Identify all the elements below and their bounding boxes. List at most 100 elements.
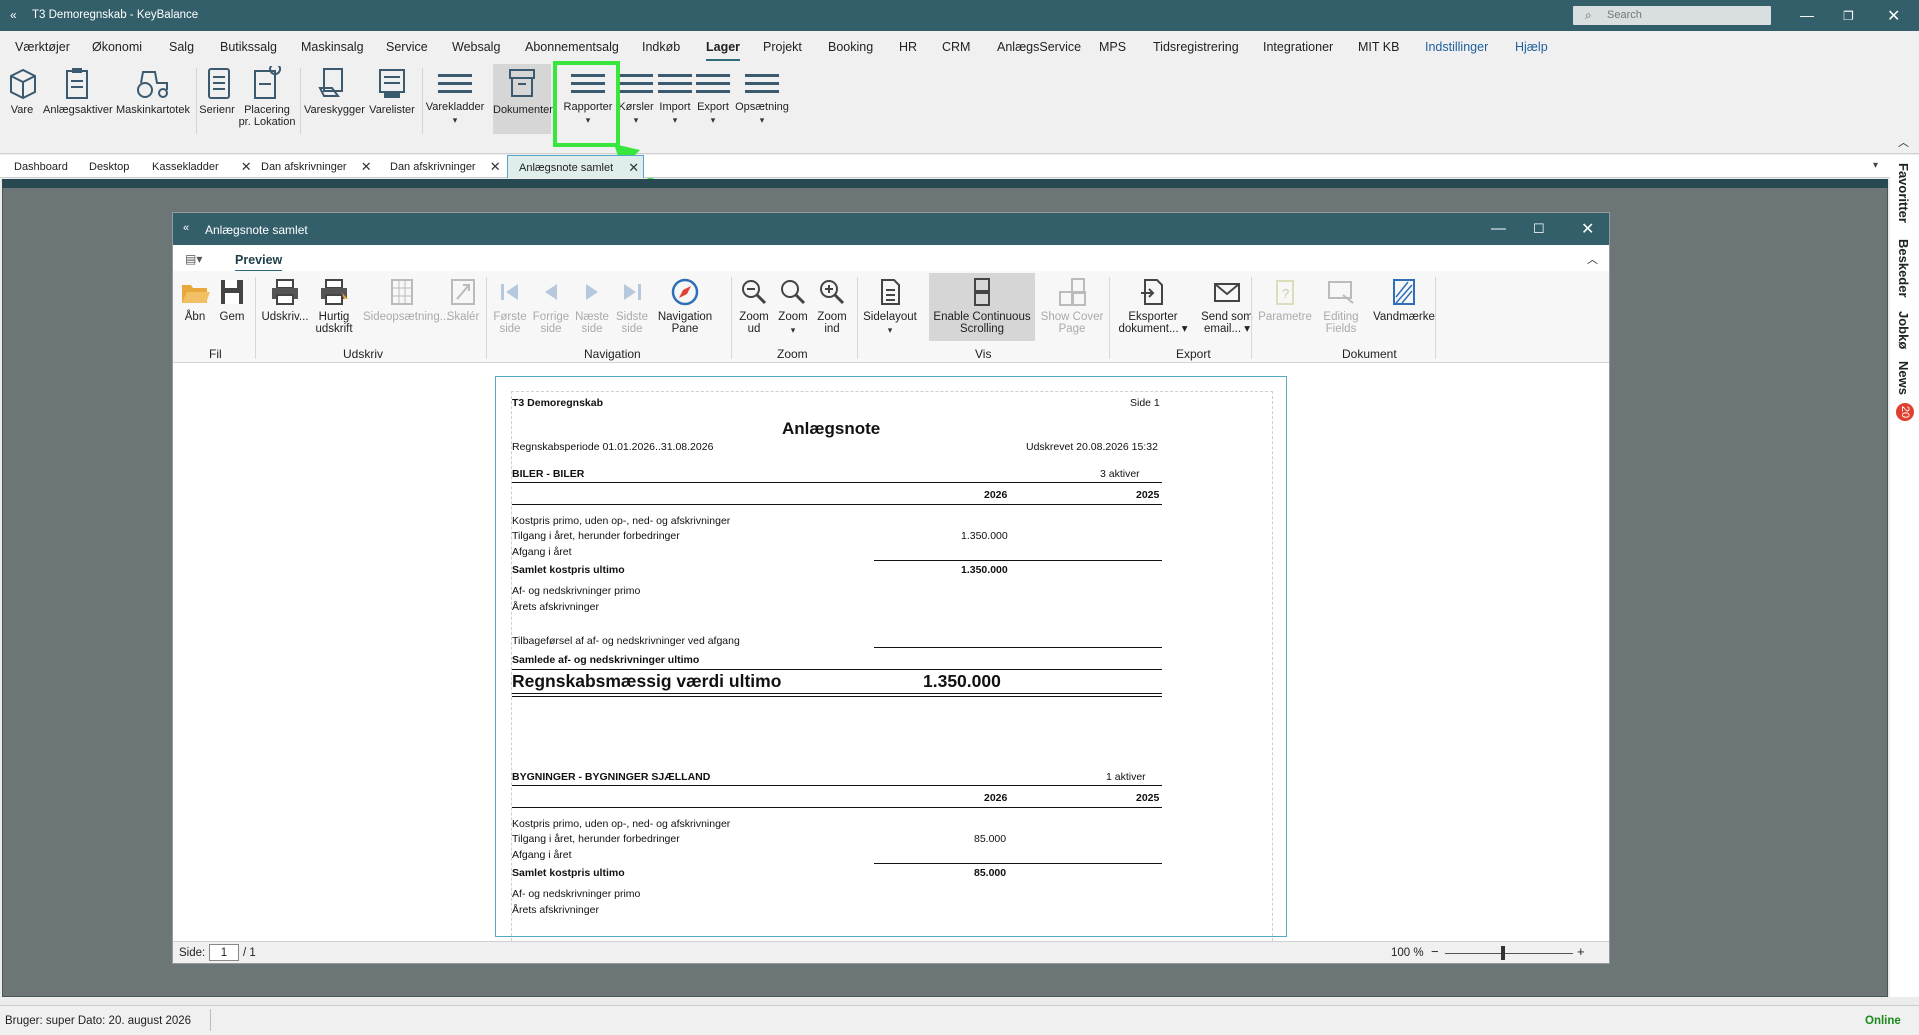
restore-icon[interactable]: ❐ [1843, 9, 1854, 23]
opsaetning-button[interactable]: Opsætning ▾ [734, 66, 790, 126]
tab-dashboard[interactable]: Dashboard [14, 155, 68, 178]
vandmaerke-button[interactable]: Vandmærke [1369, 277, 1439, 323]
collapse-ribbon-icon[interactable]: ︿ [1898, 134, 1909, 150]
varelister-button[interactable]: Varelister [367, 66, 417, 116]
menu-integrationer[interactable]: Integrationer [1263, 40, 1333, 54]
first-page-icon [501, 284, 518, 300]
menu-projekt[interactable]: Projekt [763, 40, 802, 54]
save-icon [221, 280, 243, 304]
eksporter-dokument-button[interactable]: Eksporter dokument... ▾ [1113, 277, 1193, 335]
sidelayout-button[interactable]: Sidelayout ▾ [859, 277, 921, 336]
menu-vaerktoejer[interactable]: Værktøjer [15, 40, 70, 54]
anlaegsaktiver-button[interactable]: Anlægsaktiver [43, 66, 113, 116]
export-button[interactable]: Export ▾ [694, 66, 732, 126]
row-value: 85.000 [974, 833, 1007, 845]
zoom-button[interactable]: Zoom ▾ [774, 277, 812, 336]
tab-preview[interactable]: Preview [235, 253, 283, 272]
tab-dan-afskrivninger-2[interactable]: Dan afskrivninger ✕ [390, 155, 501, 178]
menu-oekonomi[interactable]: Økonomi [92, 40, 142, 54]
menu-abonnementsalg[interactable]: Abonnementsalg [525, 40, 619, 54]
close-tab-icon[interactable]: ✕ [628, 160, 639, 176]
window-close-icon[interactable]: ✕ [1581, 219, 1594, 239]
varekladder-button[interactable]: Varekladder ▾ [425, 66, 485, 126]
close-tab-icon[interactable]: ✕ [241, 159, 252, 175]
window-minimize-icon[interactable]: — [1491, 220, 1506, 237]
menu-salg[interactable]: Salg [169, 40, 194, 54]
maskinkartotek-button[interactable]: Maskinkartotek [114, 66, 192, 116]
menu-websalg[interactable]: Websalg [452, 40, 500, 54]
vare-button[interactable]: Vare [3, 66, 41, 116]
menu-tidsregistrering[interactable]: Tidsregistrering [1153, 40, 1239, 54]
quick-access-icon[interactable]: ▤▾ [185, 252, 202, 266]
location-clipboard-icon [254, 66, 282, 99]
zoom-minus-icon[interactable]: − [1431, 944, 1439, 959]
navigation-pane-button[interactable]: Navigation Pane [653, 277, 717, 335]
page-label: Side: [179, 947, 206, 959]
tab-overflow-icon[interactable]: ▾ [1873, 160, 1878, 171]
vareskygger-button[interactable]: Vareskygger [304, 66, 365, 116]
close-icon[interactable]: ✕ [1887, 6, 1900, 26]
parametre-button[interactable]: ? Parametre [1255, 277, 1315, 323]
import-button[interactable]: Import ▾ [656, 66, 694, 126]
app-logo-icon: « [10, 8, 17, 22]
chevron-down-icon: ▾ [672, 115, 678, 125]
naeste-label-1: Næste [575, 311, 609, 323]
menu-service[interactable]: Service [386, 40, 428, 54]
hurtig-udskrift-button[interactable]: Hurtig udskrift [310, 277, 358, 335]
tab-anlaegsnote-samlet[interactable]: Anlægsnote samlet ✕ [507, 155, 645, 178]
menu-indstillinger[interactable]: Indstillinger [1425, 40, 1488, 54]
zoom-ind-button[interactable]: Zoom ind [813, 277, 851, 335]
page-number-input[interactable]: 1 [209, 944, 239, 961]
serienr-button[interactable]: Serienr [199, 66, 235, 116]
foerste-side-button[interactable]: Første side [491, 277, 529, 335]
window-maximize-icon[interactable]: ☐ [1533, 221, 1545, 237]
menu-hjaelp[interactable]: Hjælp [1515, 40, 1548, 54]
collapse-toolbar-icon[interactable]: ︿ [1587, 251, 1598, 267]
watermark-icon [1393, 279, 1415, 305]
continuous-scrolling-button[interactable]: Enable Continuous Scrolling [929, 273, 1035, 341]
favoritter-tab[interactable]: Favoritter [1896, 163, 1911, 223]
zoom-ud-button[interactable]: Zoom ud [735, 277, 773, 335]
close-tab-icon[interactable]: ✕ [361, 159, 372, 175]
group-separator [857, 277, 858, 359]
menu-mps[interactable]: MPS [1099, 40, 1126, 54]
menu-butikssalg[interactable]: Butikssalg [220, 40, 277, 54]
menu-anlaegsservice[interactable]: AnlægsService [997, 40, 1081, 54]
search-input[interactable]: ⌕ Search [1573, 6, 1771, 25]
menu-lager[interactable]: Lager [706, 40, 741, 61]
tab-dan-afskrivninger-1[interactable]: Dan afskrivninger ✕ [261, 155, 372, 178]
dokumenter-button[interactable]: Dokumenter [493, 64, 553, 134]
koersler-button[interactable]: Kørsler ▾ [616, 66, 656, 126]
zoom-plus-icon[interactable]: + [1577, 944, 1585, 959]
tab-kassekladder[interactable]: Kassekladder ✕ [152, 155, 252, 178]
beskeder-tab[interactable]: Beskeder [1896, 239, 1911, 298]
menu-booking[interactable]: Booking [828, 40, 873, 54]
skaler-button[interactable]: Skalér [445, 277, 481, 323]
menu-indkoeb[interactable]: Indkøb [642, 40, 680, 54]
naeste-side-button[interactable]: Næste side [573, 277, 611, 335]
tab-desktop[interactable]: Desktop [89, 155, 129, 178]
row-value-total: 1.350.000 [961, 564, 1008, 576]
editing-fields-button[interactable]: Editing Fields [1315, 277, 1367, 335]
jobkoe-tab[interactable]: Jobkø [1896, 311, 1911, 349]
menu-hr[interactable]: HR [899, 40, 917, 54]
gem-button[interactable]: Gem [216, 277, 248, 323]
row-value: 1.350.000 [961, 530, 1008, 542]
menu-mit-kb[interactable]: MIT KB [1358, 40, 1399, 54]
placering-button[interactable]: Placering pr. Lokation [238, 66, 296, 128]
minimize-icon[interactable]: — [1800, 7, 1814, 23]
row-label: Af- og nedskrivninger primo [512, 888, 641, 900]
zoom-slider-track[interactable] [1445, 953, 1573, 954]
zoom-slider-thumb[interactable] [1501, 946, 1505, 960]
aabn-button[interactable]: Åbn [179, 277, 211, 323]
sideopsaetning-button[interactable]: Sideopsætning... [363, 277, 449, 323]
preview-toolbar: Åbn Gem Fil Udskriv... Hurtig udskrift S… [173, 271, 1609, 363]
sidste-side-button[interactable]: Sidste side [613, 277, 651, 335]
menu-crm[interactable]: CRM [942, 40, 970, 54]
show-cover-page-button[interactable]: Show Cover Page [1035, 277, 1109, 335]
forrige-side-button[interactable]: Forrige side [531, 277, 571, 335]
news-tab[interactable]: News [1896, 361, 1911, 395]
udskriv-button[interactable]: Udskriv... [261, 277, 309, 323]
menu-maskinsalg[interactable]: Maskinsalg [301, 40, 364, 54]
close-tab-icon[interactable]: ✕ [490, 159, 501, 175]
